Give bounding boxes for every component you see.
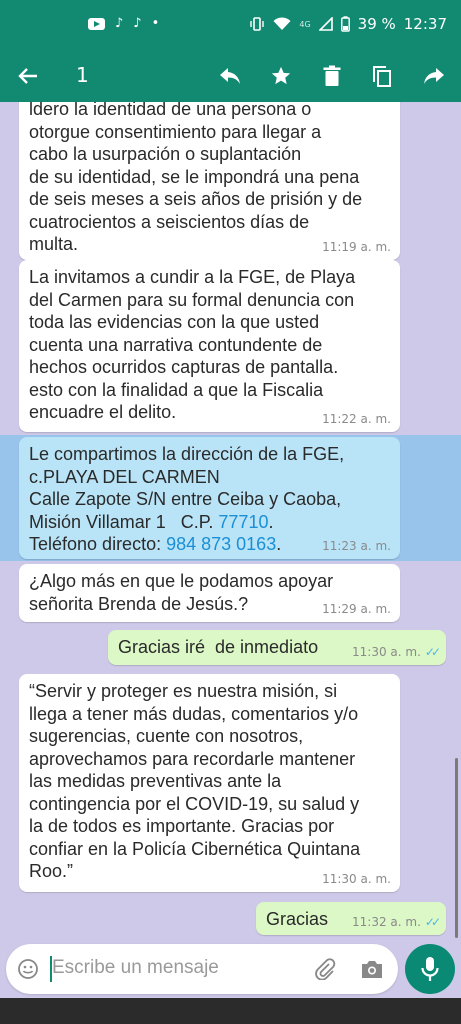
message-time: 11:32 a. m. ✓✓ bbox=[352, 915, 441, 929]
emoji-button[interactable] bbox=[16, 957, 40, 981]
message-time: 11:19 a. m. bbox=[322, 240, 391, 254]
message-incoming[interactable]: ldero la identidad de una persona o otor… bbox=[19, 102, 400, 260]
selected-count: 1 bbox=[76, 63, 89, 87]
battery-icon bbox=[340, 16, 350, 32]
message-text: La invitamos a cundir a la FGE, de Playa… bbox=[29, 267, 356, 422]
message-time-text: 11:30 a. m. bbox=[352, 645, 421, 659]
message-time-text: 11:32 a. m. bbox=[352, 915, 421, 929]
star-button[interactable] bbox=[263, 58, 299, 94]
message-time: 11:22 a. m. bbox=[322, 412, 391, 426]
message-text: “Servir y proteger es nuestra misión, si… bbox=[29, 681, 361, 881]
message-composer: Escribe un mensaje bbox=[6, 944, 398, 994]
voice-message-button[interactable] bbox=[405, 944, 455, 994]
message-time: 11:29 a. m. bbox=[322, 602, 391, 616]
reply-icon bbox=[220, 68, 240, 84]
message-line: c.PLAYA DEL CARMEN bbox=[29, 466, 220, 487]
microphone-icon bbox=[421, 957, 439, 981]
vibrate-icon bbox=[250, 17, 265, 31]
tiktok-icon: ♪ bbox=[133, 16, 142, 31]
message-incoming[interactable]: ¿Algo más en que le podamos apoyar señor… bbox=[19, 564, 400, 622]
camera-button[interactable] bbox=[358, 956, 386, 982]
message-line: Teléfono directo: bbox=[29, 534, 167, 554]
message-outgoing[interactable]: Gracias 11:32 a. m. ✓✓ bbox=[256, 902, 446, 935]
copy-button[interactable] bbox=[364, 58, 400, 94]
message-time: 11:30 a. m. bbox=[322, 872, 391, 886]
scrollbar[interactable] bbox=[455, 758, 458, 938]
forward-icon bbox=[424, 68, 444, 84]
message-line: . bbox=[276, 534, 282, 554]
signal-icon bbox=[318, 17, 333, 31]
message-text: ldero la identidad de una persona o otor… bbox=[29, 102, 363, 254]
message-incoming-selected[interactable]: Le compartimos la dirección de la FGE, c… bbox=[19, 437, 400, 559]
emoji-icon bbox=[18, 959, 38, 979]
message-outgoing[interactable]: Gracias iré de inmediato 11:30 a. m. ✓✓ bbox=[108, 630, 446, 665]
chat-messages[interactable]: ldero la identidad de una persona o otor… bbox=[0, 102, 461, 940]
battery-level: 39 % bbox=[357, 15, 396, 33]
back-button[interactable] bbox=[10, 58, 46, 94]
clock: 12:37 bbox=[403, 15, 447, 33]
message-time: 11:23 a. m. bbox=[322, 539, 391, 553]
phone-link[interactable]: 984 873 0163 bbox=[166, 534, 276, 554]
read-receipt-icon: ✓✓ bbox=[424, 915, 441, 929]
copy-icon bbox=[373, 66, 391, 87]
reply-button[interactable] bbox=[212, 58, 248, 94]
message-incoming[interactable]: “Servir y proteger es nuestra misión, si… bbox=[19, 674, 400, 892]
selection-action-bar: 1 bbox=[0, 50, 461, 102]
attach-button[interactable] bbox=[312, 956, 338, 982]
message-line: Calle Zapote S/N entre Ceiba y Caoba, bbox=[29, 489, 342, 509]
status-bar: ♪ ♪ • 4G 39 % 12:37 bbox=[0, 0, 461, 50]
read-receipt-icon: ✓✓ bbox=[424, 645, 441, 659]
trash-icon bbox=[323, 65, 341, 86]
message-incoming[interactable]: La invitamos a cundir a la FGE, de Playa… bbox=[19, 260, 400, 432]
paperclip-icon bbox=[315, 958, 336, 980]
message-input[interactable]: Escribe un mensaje bbox=[52, 957, 219, 979]
forward-button[interactable] bbox=[416, 58, 452, 94]
star-icon bbox=[271, 66, 291, 85]
navigation-handle bbox=[0, 998, 461, 1024]
system-navigation-bar bbox=[0, 998, 461, 1024]
message-time: 11:30 a. m. ✓✓ bbox=[352, 645, 441, 659]
message-line: . bbox=[268, 511, 274, 532]
message-line: Le compartimos la dirección de la FGE, bbox=[29, 444, 345, 464]
message-line: Misión Villamar 1 C.P. bbox=[29, 511, 219, 532]
wifi-icon bbox=[273, 17, 291, 30]
postal-code-link[interactable]: 77710 bbox=[218, 512, 268, 532]
tiktok-icon: ♪ bbox=[115, 16, 124, 31]
delete-button[interactable] bbox=[314, 58, 350, 94]
network-type: 4G bbox=[299, 19, 311, 29]
camera-icon bbox=[362, 961, 382, 978]
arrow-back-icon bbox=[18, 68, 37, 84]
more-notifications-icon: • bbox=[151, 16, 160, 31]
notification-icons: ♪ ♪ • bbox=[88, 16, 159, 31]
youtube-icon bbox=[88, 17, 105, 30]
